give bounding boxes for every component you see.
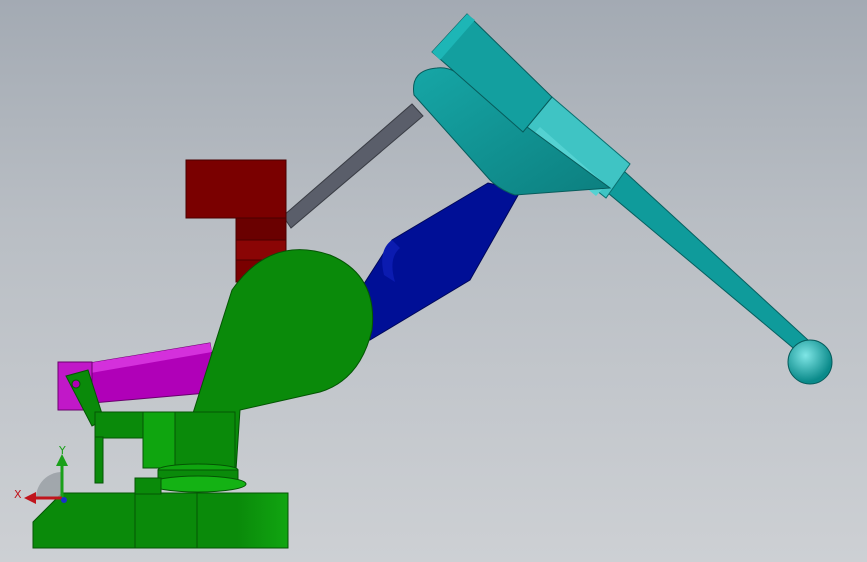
lower-link[interactable]	[359, 182, 522, 341]
axis-y-label: Y	[58, 444, 66, 457]
cad-model-view[interactable]: Y X	[0, 0, 867, 562]
graphics-viewport[interactable]: Y X	[0, 0, 867, 562]
axis-x-label: X	[14, 488, 22, 501]
upper-arm[interactable]	[412, 13, 809, 353]
ball-end-effector[interactable]	[787, 339, 833, 385]
base-assembly[interactable]	[32, 249, 374, 549]
axis-triad-icon: Y X	[14, 444, 68, 504]
connecting-rod[interactable]	[282, 103, 424, 229]
